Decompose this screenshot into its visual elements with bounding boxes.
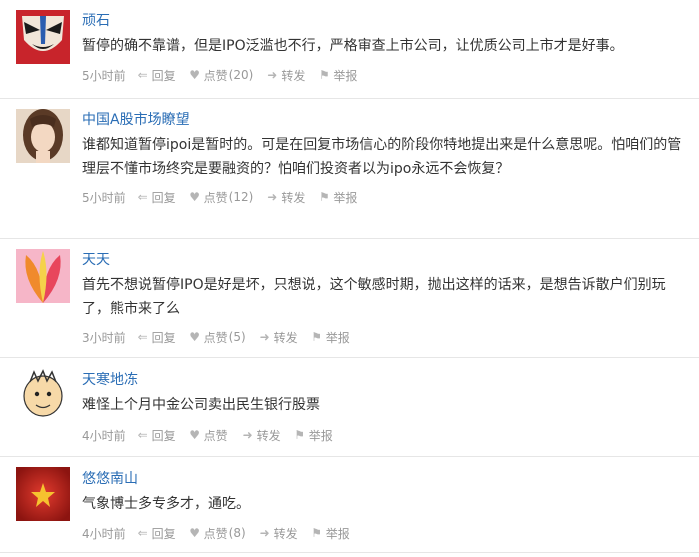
report-button[interactable]: ⚑ 举报: [293, 427, 333, 444]
forward-arrow-icon: ➜: [267, 190, 278, 204]
timestamp: 4小时前: [82, 526, 126, 541]
comment-meta: 5小时前 ⇐ 回复 ♥ 点赞 (12) ➜ 转发 ⚑ 举报: [82, 188, 369, 206]
reply-arrow-icon: ⇐: [137, 428, 148, 442]
comment-text: 暂停的确不靠谱，但是IPO泛滥也不行，严格审查上市公司，让优质公司上市才是好事。: [82, 38, 624, 54]
avatar[interactable]: [16, 249, 70, 303]
like-count: (20): [228, 68, 254, 82]
comment-text: 气象博士多专多才，通吃。: [82, 496, 250, 512]
forward-arrow-icon: ➜: [267, 68, 278, 82]
reply-button[interactable]: ⇐ 回复: [136, 427, 176, 444]
forward-button[interactable]: ➜ 转发: [265, 189, 305, 206]
reply-button[interactable]: ⇐ 回复: [136, 329, 176, 346]
forward-button[interactable]: ➜ 转发: [241, 427, 281, 444]
heart-icon: ♥: [189, 68, 201, 82]
like-label: 点赞: [203, 68, 228, 83]
forward-arrow-icon: ➜: [242, 428, 253, 442]
like-label: 点赞: [203, 526, 228, 541]
flag-icon: ⚑: [294, 428, 306, 442]
like-button[interactable]: ♥ 点赞 (5): [188, 329, 246, 346]
reply-button[interactable]: ⇐ 回复: [136, 189, 176, 206]
report-label: 举报: [325, 526, 350, 541]
forward-arrow-icon: ➜: [259, 330, 270, 344]
username-link[interactable]: 悠悠南山: [82, 468, 138, 488]
forward-button[interactable]: ➜ 转发: [258, 329, 298, 346]
heart-icon: ♥: [189, 190, 201, 204]
reply-arrow-icon: ⇐: [137, 526, 148, 540]
like-button[interactable]: ♥ 点赞 (20): [188, 67, 254, 84]
timestamp: 4小时前: [82, 428, 126, 443]
reply-arrow-icon: ⇐: [137, 68, 148, 82]
reply-button[interactable]: ⇐ 回复: [136, 525, 176, 542]
forward-button[interactable]: ➜ 转发: [258, 525, 298, 542]
reply-label: 回复: [151, 190, 176, 205]
avatar[interactable]: [16, 467, 70, 521]
like-label: 点赞: [203, 190, 228, 205]
report-button[interactable]: ⚑ 举报: [310, 525, 350, 542]
like-count: (12): [228, 190, 254, 204]
username-link[interactable]: 中国A股市场瞭望: [82, 109, 190, 129]
reply-label: 回复: [151, 428, 176, 443]
timestamp: 3小时前: [82, 330, 126, 345]
username-link[interactable]: 天天: [82, 249, 110, 269]
reply-label: 回复: [151, 68, 176, 83]
heart-icon: ♥: [189, 526, 201, 540]
divider: [0, 357, 699, 358]
comment-text: 谁都知道暂停ipoi是暂时的。可是在回复市场信心的阶段你特地提出来是什么意思呢。…: [82, 137, 682, 177]
comment-meta: 5小时前 ⇐ 回复 ♥ 点赞 (20) ➜ 转发 ⚑ 举报: [82, 66, 369, 84]
divider: [0, 456, 699, 457]
divider: [0, 552, 699, 553]
timestamp: 5小时前: [82, 190, 126, 205]
forward-label: 转发: [273, 330, 298, 345]
heart-icon: ♥: [189, 330, 201, 344]
forward-label: 转发: [256, 428, 281, 443]
comment-meta: 3小时前 ⇐ 回复 ♥ 点赞 (5) ➜ 转发 ⚑ 举报: [82, 328, 362, 346]
username-link[interactable]: 天寒地冻: [82, 369, 138, 389]
flag-icon: ⚑: [311, 526, 323, 540]
flag-icon: ⚑: [318, 68, 330, 82]
heart-icon: ♥: [189, 428, 201, 442]
comment-text: 难怪上个月中金公司卖出民生银行股票: [82, 397, 320, 413]
reply-arrow-icon: ⇐: [137, 190, 148, 204]
flag-icon: ⚑: [318, 190, 330, 204]
avatar[interactable]: [16, 10, 70, 64]
forward-label: 转发: [273, 526, 298, 541]
reply-label: 回复: [151, 330, 176, 345]
divider: [0, 98, 699, 99]
like-button[interactable]: ♥ 点赞 (12): [188, 189, 254, 206]
report-label: 举报: [333, 68, 358, 83]
report-button[interactable]: ⚑ 举报: [310, 329, 350, 346]
forward-label: 转发: [281, 190, 306, 205]
forward-button[interactable]: ➜ 转发: [265, 67, 305, 84]
report-label: 举报: [325, 330, 350, 345]
reply-label: 回复: [151, 526, 176, 541]
avatar[interactable]: [16, 109, 70, 163]
report-button[interactable]: ⚑ 举报: [317, 67, 357, 84]
divider: [0, 238, 699, 239]
flag-icon: ⚑: [311, 330, 323, 344]
comment-meta: 4小时前 ⇐ 回复 ♥ 点赞 ➜ 转发 ⚑ 举报: [82, 426, 345, 444]
report-button[interactable]: ⚑ 举报: [317, 189, 357, 206]
forward-arrow-icon: ➜: [259, 526, 270, 540]
like-label: 点赞: [203, 428, 228, 443]
report-label: 举报: [333, 190, 358, 205]
reply-button[interactable]: ⇐ 回复: [136, 67, 176, 84]
like-button[interactable]: ♥ 点赞 (8): [188, 525, 246, 542]
like-button[interactable]: ♥ 点赞: [188, 427, 229, 444]
timestamp: 5小时前: [82, 68, 126, 83]
like-count: (8): [228, 526, 246, 540]
comment-meta: 4小时前 ⇐ 回复 ♥ 点赞 (8) ➜ 转发 ⚑ 举报: [82, 524, 362, 542]
report-label: 举报: [308, 428, 333, 443]
comment-text: 首先不想说暂停IPO是好是坏，只想说，这个敏感时期，抛出这样的话来，是想告诉散户…: [82, 277, 666, 317]
reply-arrow-icon: ⇐: [137, 330, 148, 344]
like-label: 点赞: [203, 330, 228, 345]
like-count: (5): [228, 330, 246, 344]
username-link[interactable]: 顽石: [82, 10, 110, 30]
forward-label: 转发: [281, 68, 306, 83]
avatar[interactable]: [16, 368, 70, 422]
